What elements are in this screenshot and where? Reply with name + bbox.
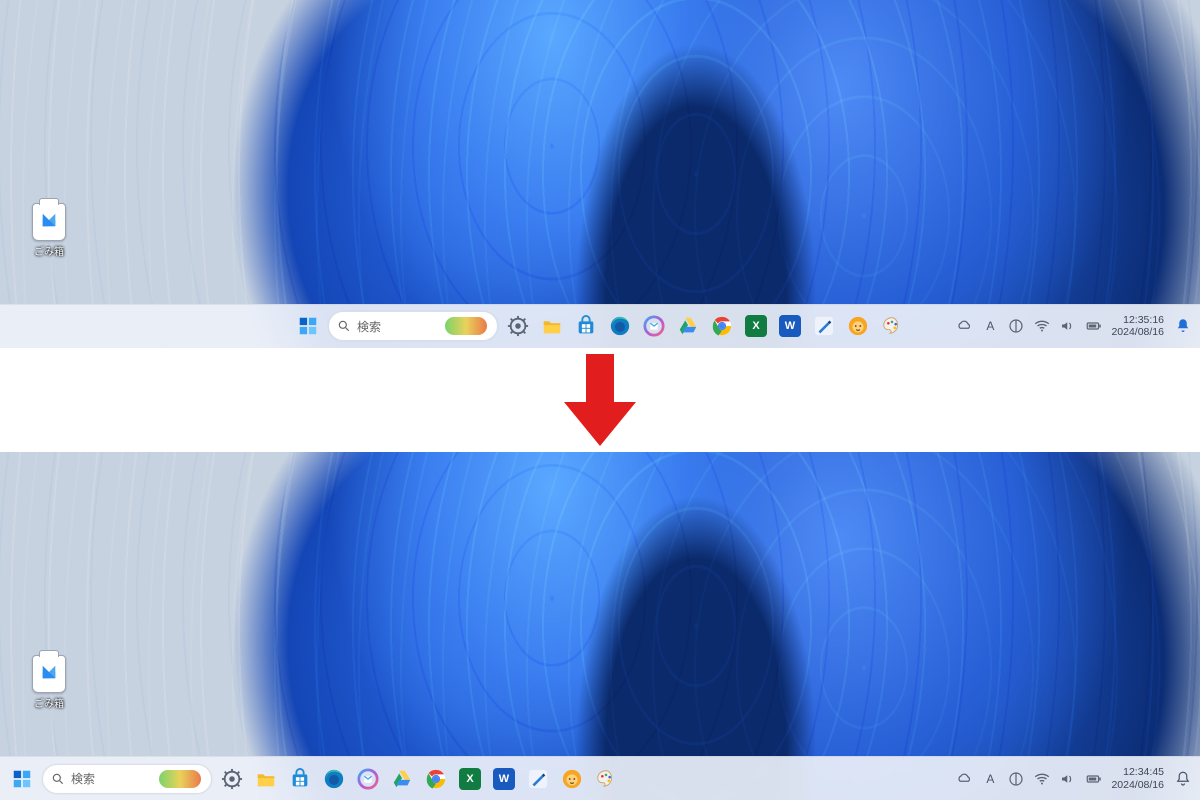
system-tray: A 12:35:162024/08/16 xyxy=(955,305,1192,348)
taskbar-app-pen-app[interactable] xyxy=(810,312,838,340)
taskbar-app-file-explorer[interactable] xyxy=(252,765,280,793)
taskbar-app-word[interactable]: W xyxy=(776,312,804,340)
tray-battery-icon[interactable] xyxy=(1085,770,1103,788)
taskbar-app-lion-app[interactable] xyxy=(558,765,586,793)
tray-ime-a-icon[interactable]: A xyxy=(981,317,999,335)
taskbar-app-edge[interactable] xyxy=(606,312,634,340)
search-icon xyxy=(51,772,65,786)
clock-date: 2024/08/16 xyxy=(1111,326,1164,338)
wallpaper xyxy=(0,0,1200,348)
clock-date: 2024/08/16 xyxy=(1111,779,1164,791)
tray-ime-toggle-icon[interactable] xyxy=(1007,317,1025,335)
recycle-bin-icon xyxy=(32,203,66,241)
taskbar-app-word[interactable]: W xyxy=(490,765,518,793)
ime-mode-indicator[interactable]: A xyxy=(986,772,994,786)
recycle-bin[interactable]: ごみ箱 xyxy=(22,655,76,710)
desktop-before: ごみ箱 検索 XW A 12:35:162024/08/16 xyxy=(0,0,1200,348)
search-highlight-icon xyxy=(159,770,201,788)
taskbar-app-outlook-new[interactable] xyxy=(354,765,382,793)
notifications-icon[interactable] xyxy=(1174,770,1192,788)
tray-battery-icon[interactable] xyxy=(1085,317,1103,335)
taskbar-app-edge[interactable] xyxy=(320,765,348,793)
search-placeholder: 検索 xyxy=(71,770,153,787)
recycle-bin-label: ごみ箱 xyxy=(22,695,76,710)
recycle-bin[interactable]: ごみ箱 xyxy=(22,203,76,258)
taskbar-app-lion-app[interactable] xyxy=(844,312,872,340)
taskbar-centered: 検索 XW A 12:35:162024/08/16 xyxy=(0,304,1200,348)
clock-time: 12:35:16 xyxy=(1111,314,1164,326)
search-icon xyxy=(337,319,351,333)
tray-wifi-icon[interactable] xyxy=(1033,317,1051,335)
start-button[interactable] xyxy=(294,312,322,340)
taskbar-app-outlook-new[interactable] xyxy=(640,312,668,340)
taskbar-app-excel[interactable]: X xyxy=(742,312,770,340)
taskbar-app-chrome[interactable] xyxy=(422,765,450,793)
taskbar-main-cluster: 検索 XW xyxy=(8,764,620,794)
start-button[interactable] xyxy=(8,765,36,793)
taskbar-clock[interactable]: 12:35:162024/08/16 xyxy=(1111,314,1166,338)
wallpaper xyxy=(0,452,1200,800)
recycle-bin-label: ごみ箱 xyxy=(22,243,76,258)
tray-ime-a-icon[interactable]: A xyxy=(981,770,999,788)
tray-volume-icon[interactable] xyxy=(1059,770,1077,788)
taskbar-app-settings[interactable] xyxy=(504,312,532,340)
notifications-icon[interactable] xyxy=(1174,317,1192,335)
taskbar-app-google-drive[interactable] xyxy=(388,765,416,793)
tray-volume-icon[interactable] xyxy=(1059,317,1077,335)
system-tray: A 12:34:452024/08/16 xyxy=(955,757,1192,800)
taskbar-app-google-drive[interactable] xyxy=(674,312,702,340)
clock-time: 12:34:45 xyxy=(1111,766,1164,778)
search-placeholder: 検索 xyxy=(357,318,439,335)
taskbar-clock[interactable]: 12:34:452024/08/16 xyxy=(1111,766,1166,790)
taskbar-app-microsoft-store[interactable] xyxy=(286,765,314,793)
taskbar-search[interactable]: 検索 xyxy=(328,311,498,341)
taskbar-app-paint[interactable] xyxy=(592,765,620,793)
recycle-bin-icon xyxy=(32,655,66,693)
tray-ime-toggle-icon[interactable] xyxy=(1007,770,1025,788)
taskbar-app-file-explorer[interactable] xyxy=(538,312,566,340)
taskbar-main-cluster: 検索 XW xyxy=(294,311,906,341)
taskbar-app-excel[interactable]: X xyxy=(456,765,484,793)
taskbar-app-chrome[interactable] xyxy=(708,312,736,340)
taskbar-left-aligned: 検索 XW A 12:34:452024/08/16 xyxy=(0,756,1200,800)
desktop-after: ごみ箱 検索 XW A 12:34:452024/08/16 xyxy=(0,452,1200,800)
comparison-arrow-area xyxy=(0,348,1200,452)
taskbar-app-settings[interactable] xyxy=(218,765,246,793)
taskbar-app-paint[interactable] xyxy=(878,312,906,340)
down-arrow-icon xyxy=(564,354,636,446)
tray-onedrive-icon[interactable] xyxy=(955,317,973,335)
taskbar-search[interactable]: 検索 xyxy=(42,764,212,794)
taskbar-app-pen-app[interactable] xyxy=(524,765,552,793)
tray-wifi-icon[interactable] xyxy=(1033,770,1051,788)
taskbar-app-microsoft-store[interactable] xyxy=(572,312,600,340)
search-highlight-icon xyxy=(445,317,487,335)
ime-mode-indicator[interactable]: A xyxy=(986,319,994,333)
tray-onedrive-icon[interactable] xyxy=(955,770,973,788)
